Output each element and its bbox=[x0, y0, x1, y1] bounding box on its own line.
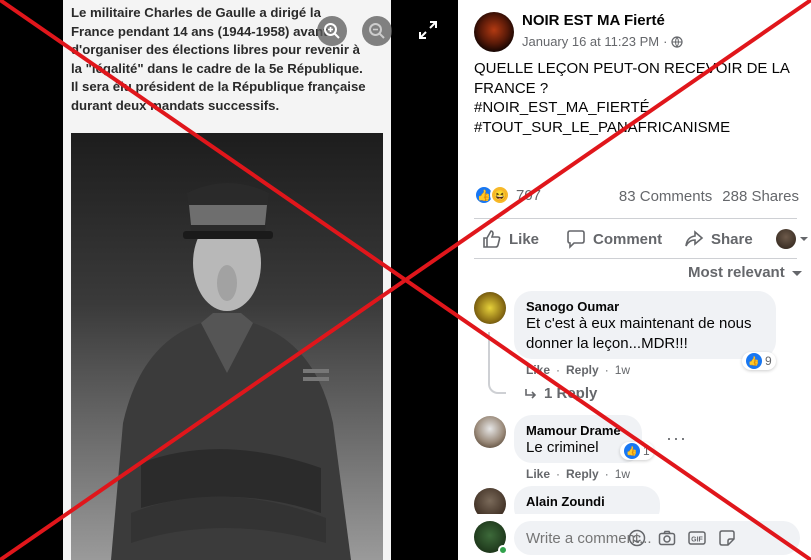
post-panel: NOIR EST MA Fierté January 16 at 11:23 P… bbox=[458, 0, 811, 560]
composer-icons: GIF bbox=[628, 529, 736, 547]
comment-like-link[interactable]: Like bbox=[526, 363, 550, 377]
comment-reply-link[interactable]: Reply bbox=[566, 363, 599, 377]
shares-count[interactable]: 288 Shares bbox=[722, 188, 799, 205]
comment-reply-link[interactable]: Reply bbox=[566, 467, 599, 481]
portrait-illustration bbox=[111, 183, 351, 560]
gif-icon[interactable]: GIF bbox=[688, 529, 706, 547]
like-label: Like bbox=[509, 230, 540, 248]
globe-icon bbox=[671, 35, 684, 48]
post-date[interactable]: January 16 at 11:23 PM bbox=[522, 34, 659, 49]
reaction-summary[interactable]: 👍 😆 707 bbox=[474, 185, 541, 205]
comment-like-link[interactable]: Like bbox=[526, 467, 550, 481]
online-status-dot bbox=[498, 545, 508, 555]
comment-label: Comment bbox=[593, 230, 663, 248]
share-icon bbox=[685, 230, 704, 247]
share-label: Share bbox=[711, 230, 753, 248]
comment-actions: Like · Reply · 1w bbox=[526, 467, 630, 481]
comment-reaction-count: 1 bbox=[643, 444, 650, 458]
comment-actions: Like · Reply · 1w bbox=[526, 363, 630, 377]
like-icon bbox=[483, 230, 501, 248]
comment-icon bbox=[567, 230, 585, 249]
comment-text-line: Le criminel bbox=[526, 439, 599, 456]
divider bbox=[474, 258, 797, 259]
share-button[interactable]: Share bbox=[684, 229, 753, 249]
haha-reaction-icon: 😆 bbox=[490, 185, 510, 205]
comment-avatar[interactable] bbox=[474, 292, 506, 324]
photo-viewer: Le militaire Charles de Gaulle a dirigé … bbox=[0, 0, 458, 560]
reply-arrow-icon bbox=[525, 388, 537, 399]
comment-composer: GIF bbox=[458, 514, 811, 560]
emoji-icon[interactable] bbox=[628, 529, 646, 547]
fullscreen-icon[interactable] bbox=[418, 20, 438, 40]
svg-text:GIF: GIF bbox=[691, 537, 703, 544]
comment-options-button[interactable]: ··· bbox=[666, 428, 687, 449]
zoom-out-icon bbox=[369, 23, 385, 39]
hashtag-tout-sur-le-panafricanisme[interactable]: #TOUT_SUR_LE_PANAFRICANISME bbox=[474, 118, 794, 138]
caption-line: Il sera élu président de la République f… bbox=[71, 79, 366, 95]
meta-separator: · bbox=[663, 34, 668, 49]
comment-author[interactable]: Mamour Drame bbox=[526, 423, 630, 438]
comment-author[interactable]: Sanogo Oumar bbox=[526, 299, 764, 314]
post-text: QUELLE LEÇON PEUT-ON RECEVOIR DE LA FRAN… bbox=[474, 59, 794, 137]
post-actions: Like Comment Share bbox=[474, 222, 808, 256]
comment-time[interactable]: 1w bbox=[615, 363, 630, 377]
chevron-down-icon bbox=[791, 270, 802, 276]
comment-text-line: donner la leçon...MDR!!! bbox=[526, 335, 688, 352]
comments-count[interactable]: 83 Comments bbox=[619, 188, 712, 205]
chevron-down-icon bbox=[800, 237, 808, 241]
dot: · bbox=[604, 467, 609, 481]
like-icon: 👍 bbox=[624, 443, 640, 459]
reaction-count: 707 bbox=[516, 186, 542, 204]
page-name[interactable]: NOIR EST MA Fierté bbox=[522, 12, 665, 29]
zoom-out-button[interactable] bbox=[362, 16, 392, 46]
divider bbox=[474, 218, 797, 219]
portrait-photo bbox=[71, 133, 383, 560]
replies-count: 1 Reply bbox=[544, 385, 598, 402]
hashtag-noir-est-ma-fierte[interactable]: #NOIR_EST_MA_FIERTÉ bbox=[474, 98, 794, 118]
comment-sort-dropdown[interactable]: Most relevant bbox=[688, 264, 803, 281]
reply-thread-line bbox=[488, 332, 506, 394]
zoom-in-button[interactable] bbox=[317, 16, 347, 46]
like-button[interactable]: Like bbox=[482, 229, 539, 249]
caption-line: durant deux mandats successifs. bbox=[71, 97, 280, 113]
dot: · bbox=[604, 363, 609, 377]
caption-line: d'organiser des élections libres pour re… bbox=[71, 42, 360, 58]
post-text-line: QUELLE LEÇON PEUT-ON RECEVOIR DE LA bbox=[474, 60, 790, 77]
page-avatar[interactable] bbox=[474, 12, 514, 52]
post-meta: January 16 at 11:23 PM · bbox=[522, 34, 684, 49]
dot: · bbox=[556, 467, 561, 481]
avatar bbox=[776, 229, 796, 249]
comment-reaction-badge[interactable]: 👍 9 bbox=[742, 352, 776, 370]
comment-button[interactable]: Comment bbox=[566, 229, 662, 249]
comment-reaction-badge[interactable]: 👍 1 bbox=[620, 442, 654, 460]
post-image: Le militaire Charles de Gaulle a dirigé … bbox=[63, 0, 391, 560]
caption-line: la "légalité" dans le cadre de la 5e Rép… bbox=[71, 60, 363, 76]
post-text-line: FRANCE ? bbox=[474, 79, 549, 97]
comment-time[interactable]: 1w bbox=[615, 467, 630, 481]
comment-author[interactable]: Alain Zoundi bbox=[526, 494, 648, 509]
comment-reaction-count: 9 bbox=[765, 354, 772, 368]
sticker-icon[interactable] bbox=[718, 529, 736, 547]
dot: · bbox=[556, 363, 561, 377]
zoom-in-icon bbox=[324, 23, 340, 39]
comment-bubble: Sanogo Oumar Et c'est à eux maintenant d… bbox=[514, 291, 776, 359]
sort-label: Most relevant bbox=[688, 264, 785, 281]
comment-text-line: Et c'est à eux maintenant de nous bbox=[526, 315, 752, 332]
comment-avatar[interactable] bbox=[474, 416, 506, 448]
view-replies-link[interactable]: 1 Reply bbox=[524, 385, 597, 402]
camera-icon[interactable] bbox=[658, 529, 676, 547]
engagement-counts: 83 Comments 288 Shares bbox=[619, 188, 799, 205]
reaction-identity-selector[interactable] bbox=[776, 229, 809, 249]
like-icon: 👍 bbox=[746, 353, 762, 369]
